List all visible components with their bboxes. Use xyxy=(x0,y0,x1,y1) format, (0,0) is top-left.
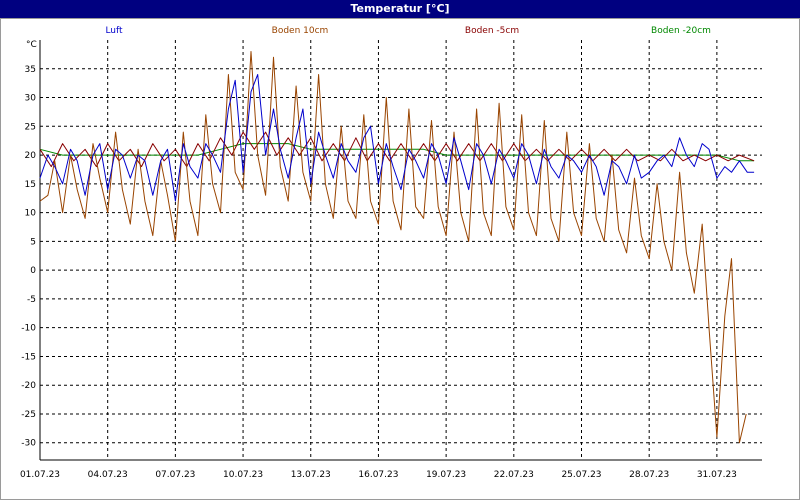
y-tick-label: 10 xyxy=(25,209,37,219)
series-line-luft xyxy=(39,74,755,202)
x-tick-label: 16.07.23 xyxy=(358,470,398,480)
legend-item: Boden -5cm xyxy=(465,26,519,36)
legend-item: Boden -20cm xyxy=(651,26,711,36)
x-tick-label: 28.07.23 xyxy=(629,470,669,480)
y-tick-label: 15 xyxy=(25,180,36,190)
legend: Luft Boden 10cm Boden -5cm Boden -20cm xyxy=(105,26,711,36)
y-axis-unit: °C xyxy=(26,40,37,50)
x-tick-label: 22.07.23 xyxy=(494,470,534,480)
x-tick-label: 10.07.23 xyxy=(223,470,263,480)
grid-lines xyxy=(39,40,762,461)
series-lines xyxy=(39,51,755,444)
x-tick-label: 25.07.23 xyxy=(561,470,601,480)
x-tick-label: 07.07.23 xyxy=(155,470,195,480)
x-tick-label: 31.07.23 xyxy=(697,470,737,480)
x-tick-label: 04.07.23 xyxy=(88,470,128,480)
series-line-boden-10cm xyxy=(39,51,747,444)
y-tick-label: -20 xyxy=(21,381,36,391)
x-tick-label: 01.07.23 xyxy=(20,470,60,480)
x-tick-label: 13.07.23 xyxy=(291,470,331,480)
legend-item: Luft xyxy=(105,26,123,36)
series-line-boden-20cm xyxy=(39,143,755,162)
legend-item: Boden 10cm xyxy=(272,26,329,36)
y-tick-label: 30 xyxy=(25,94,37,104)
y-tick-label: 20 xyxy=(25,151,37,161)
y-tick-label: 35 xyxy=(25,65,36,75)
y-tick-label: -25 xyxy=(21,410,36,420)
series-line-boden-5cm xyxy=(39,131,755,168)
y-tick-label: -30 xyxy=(21,439,36,449)
y-axis-ticks: 35 30 25 20 15 10 5 0 -5 -10 -15 -20 -25 -30 xyxy=(21,65,36,449)
x-axis-ticks: 01.07.23 04.07.23 07.07.23 10.07.23 13.07.23… xyxy=(20,470,737,480)
y-tick-label: 25 xyxy=(25,122,36,132)
y-tick-label: -10 xyxy=(21,324,36,334)
y-tick-label: 5 xyxy=(30,237,36,247)
y-tick-label: -5 xyxy=(27,295,36,305)
x-tick-label: 19.07.23 xyxy=(426,470,466,480)
y-tick-label: -15 xyxy=(21,352,36,362)
temperature-chart: 35 30 25 20 15 10 5 0 -5 -10 -15 -20 -25 -30 01.07.23… xyxy=(20,26,762,480)
y-tick-label: 0 xyxy=(30,266,36,276)
